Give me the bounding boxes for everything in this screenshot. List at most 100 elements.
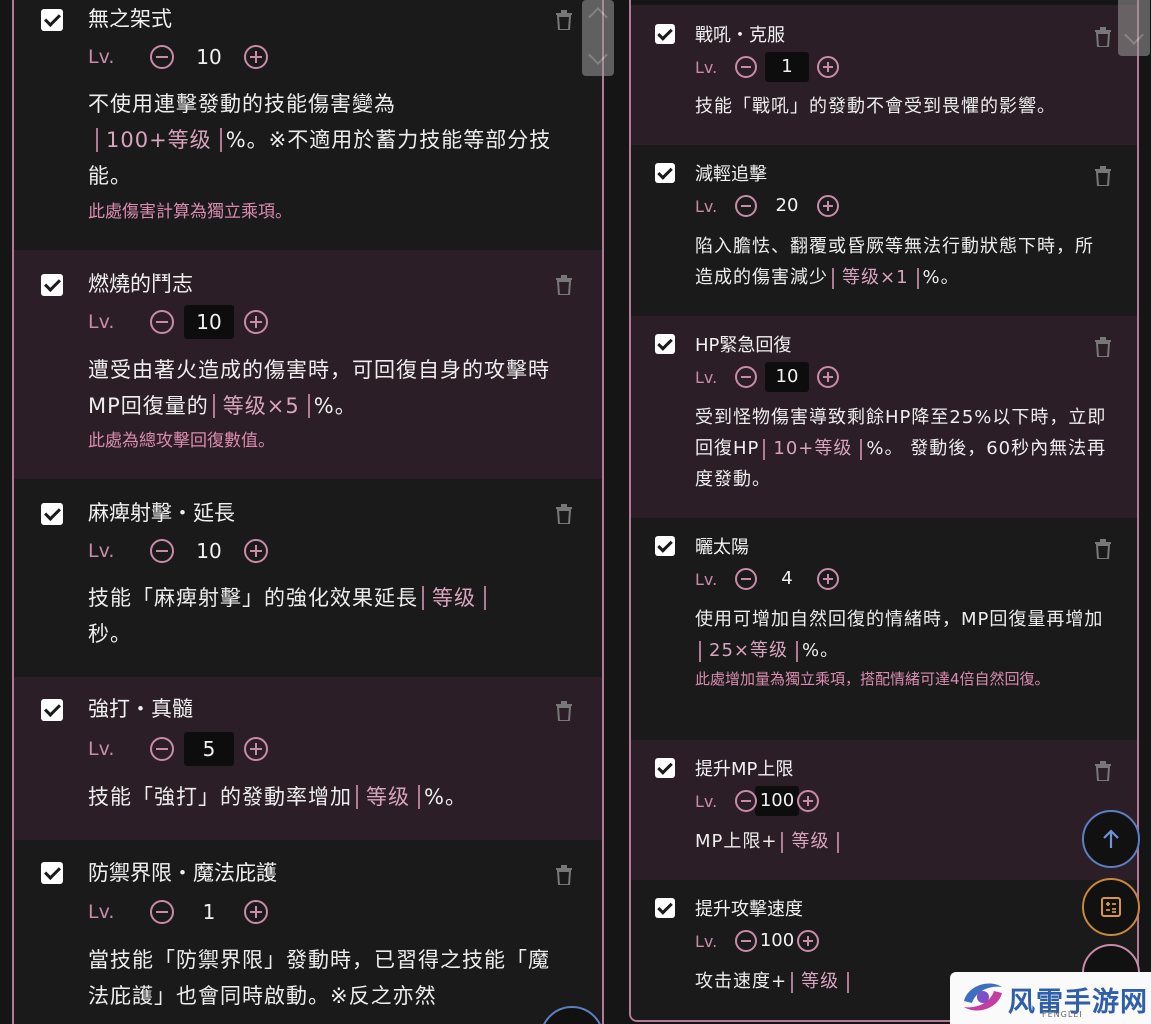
level-control: Lv. 1: [88, 895, 268, 929]
plus-circle-icon[interactable]: [244, 900, 268, 924]
skill-title: 減輕追擊: [695, 164, 767, 185]
skill-title: HP緊急回復: [695, 335, 792, 356]
level-value[interactable]: 5: [184, 732, 234, 766]
plus-circle-icon[interactable]: [817, 366, 839, 388]
skill-note: 此處增加量為獨立乘項，搭配情緒可達4倍自然回復。: [695, 670, 1050, 688]
skill-card: 麻痺射擊・延長 Lv. 10 技能「麻痺射擊」的強化效果延長 等级 秒。: [14, 479, 602, 677]
minus-circle-icon[interactable]: [735, 56, 757, 78]
formula-highlight: 等级×1: [832, 267, 919, 289]
level-control: Lv. 4: [695, 564, 839, 594]
skill-title: 強打・真髓: [88, 697, 193, 721]
formula-highlight: 10+等级: [763, 438, 863, 460]
trash-icon[interactable]: [556, 275, 572, 295]
site-watermark: 风雷手游网 FENGLEI: [950, 972, 1151, 1024]
level-value[interactable]: 4: [765, 564, 809, 594]
minus-circle-icon[interactable]: [735, 790, 757, 812]
plus-circle-icon[interactable]: [797, 790, 819, 812]
level-label: Lv.: [695, 367, 718, 387]
minus-circle-icon[interactable]: [150, 737, 174, 761]
chevron-down-icon[interactable]: [588, 45, 608, 65]
skill-title: 麻痺射擊・延長: [88, 501, 235, 525]
skill-checkbox[interactable]: [655, 536, 675, 556]
trash-icon[interactable]: [1095, 27, 1111, 47]
level-value[interactable]: 1: [765, 52, 809, 82]
skill-checkbox[interactable]: [655, 24, 675, 44]
level-control: Lv. 100: [695, 786, 819, 816]
trash-icon[interactable]: [556, 10, 572, 30]
skill-title: 燃燒的鬥志: [88, 272, 193, 296]
skill-card: 強打・真髓 Lv. 5 技能「強打」的發動率增加 等级%。: [14, 677, 602, 840]
minus-circle-icon[interactable]: [150, 900, 174, 924]
calculator-button[interactable]: [1082, 878, 1140, 936]
skill-list-right: 戰吼・克服 Lv. 1 技能「戰吼」的發動不會受到畏懼的影響。 減輕追擊 Lv.…: [629, 0, 1139, 1022]
plus-circle-icon[interactable]: [244, 539, 268, 563]
skill-description: MP上限+ 等级: [695, 826, 1111, 857]
skill-title: 曬太陽: [695, 537, 749, 558]
trash-icon[interactable]: [1095, 166, 1111, 186]
minus-circle-icon[interactable]: [150, 539, 174, 563]
trash-icon[interactable]: [1095, 337, 1111, 357]
level-value[interactable]: 1: [184, 895, 234, 929]
plus-circle-icon[interactable]: [817, 195, 839, 217]
plus-circle-icon[interactable]: [244, 45, 268, 69]
scroll-buttons-right[interactable]: [1118, 0, 1150, 56]
trash-icon[interactable]: [556, 504, 572, 524]
level-control: Lv. 10: [695, 362, 839, 392]
plus-circle-icon[interactable]: [817, 56, 839, 78]
skill-title: 戰吼・克服: [695, 25, 785, 46]
minus-circle-icon[interactable]: [150, 310, 174, 334]
minus-circle-icon[interactable]: [735, 195, 757, 217]
skill-checkbox[interactable]: [655, 163, 675, 183]
level-value[interactable]: 10: [184, 534, 234, 568]
level-value[interactable]: 10: [184, 305, 234, 339]
scroll-to-top-button[interactable]: [1082, 810, 1140, 868]
skill-description: 不使用連擊發動的技能傷害變為 100+等级 %。※不適用於蓄力技能等部分技能。: [88, 92, 552, 188]
scroll-buttons-left[interactable]: [582, 0, 614, 76]
level-label: Lv.: [88, 46, 115, 68]
trash-icon[interactable]: [556, 701, 572, 721]
trash-icon[interactable]: [1095, 761, 1111, 781]
minus-circle-icon[interactable]: [735, 930, 757, 952]
skill-checkbox[interactable]: [41, 274, 63, 296]
level-value[interactable]: 20: [765, 191, 809, 221]
skill-checkbox[interactable]: [41, 699, 63, 721]
minus-circle-icon[interactable]: [735, 568, 757, 590]
skill-checkbox[interactable]: [41, 862, 63, 884]
level-value[interactable]: 10: [765, 362, 809, 392]
level-label: Lv.: [88, 901, 115, 923]
plus-circle-icon[interactable]: [244, 310, 268, 334]
skill-description: 技能「麻痺射擊」的強化效果延長 等级 秒。: [88, 580, 558, 652]
skill-card: 曬太陽 Lv. 4 使用可增加自然回復的情緒時，MP回復量再增加25×等级%。 …: [631, 518, 1137, 740]
minus-circle-icon[interactable]: [150, 45, 174, 69]
skill-checkbox[interactable]: [655, 758, 675, 778]
level-control: Lv. 100: [695, 926, 819, 956]
skill-list-left: 無之架式 Lv. 10 不使用連擊發動的技能傷害變為 100+等级 %。※不適用於蓄…: [12, 0, 604, 1024]
level-value[interactable]: 10: [184, 40, 234, 74]
plus-circle-icon[interactable]: [244, 737, 268, 761]
skill-description: 陷入膽怯、翻覆或昏厥等無法行動狀態下時，所造成的傷害減少 等级×1%。: [695, 236, 1094, 289]
skill-checkbox[interactable]: [655, 334, 675, 354]
skill-description: 技能「戰吼」的發動不會受到畏懼的影響。: [695, 96, 1056, 117]
skill-checkbox[interactable]: [655, 898, 675, 918]
skill-description: 受到怪物傷害導致剩餘HP降至25%以下時，立即回復HP 10+等级%。 發動後，6…: [695, 407, 1107, 490]
chevron-up-icon[interactable]: [588, 7, 608, 27]
level-value[interactable]: 100: [755, 926, 799, 956]
skill-checkbox[interactable]: [41, 503, 63, 525]
trash-icon[interactable]: [556, 865, 572, 885]
skill-description: 技能「強打」的發動率增加 等级%。: [88, 785, 467, 810]
level-value[interactable]: 100: [755, 786, 799, 816]
skill-checkbox[interactable]: [41, 9, 63, 31]
plus-circle-icon[interactable]: [817, 568, 839, 590]
chevron-up-icon[interactable]: [1124, 0, 1144, 7]
formula-highlight: 等级: [781, 831, 840, 853]
level-label: Lv.: [695, 57, 718, 77]
formula-highlight: 等级: [422, 586, 486, 611]
level-label: Lv.: [88, 311, 115, 333]
skill-card: 戰吼・克服 Lv. 1 技能「戰吼」的發動不會受到畏懼的影響。: [631, 5, 1137, 145]
chevron-down-icon[interactable]: [1124, 25, 1144, 45]
level-label: Lv.: [695, 791, 718, 811]
skill-card: 提升MP上限 Lv. 100 MP上限+ 等级: [631, 740, 1137, 880]
minus-circle-icon[interactable]: [735, 366, 757, 388]
plus-circle-icon[interactable]: [797, 930, 819, 952]
trash-icon[interactable]: [1095, 539, 1111, 559]
